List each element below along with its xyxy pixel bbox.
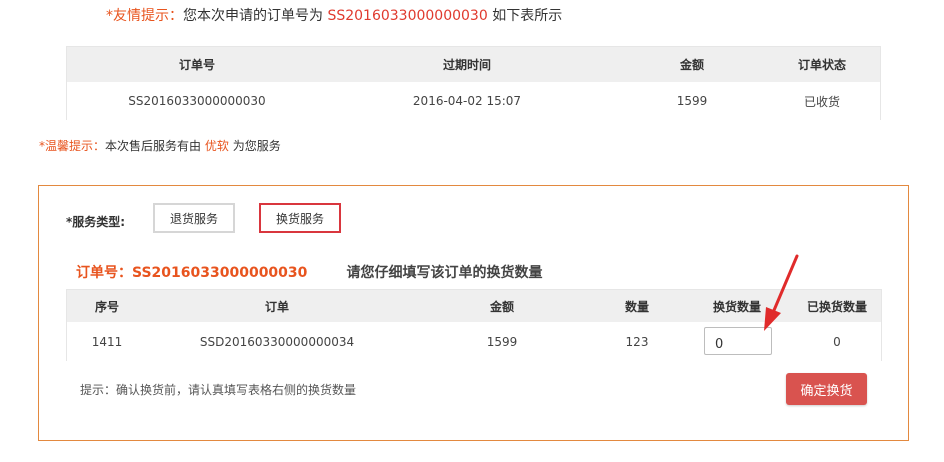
service-notice: *温馨提示：本次售后服务有由 优软 为您服务 xyxy=(39,137,281,154)
notice-prefix: *友情提示： xyxy=(106,8,183,24)
exchange-quantity-input[interactable] xyxy=(704,327,772,355)
notice-order-number: SS2016033000000030 xyxy=(327,8,488,24)
header-amount: 金额 xyxy=(489,299,514,314)
header-order-no: 订单号 xyxy=(178,58,215,72)
cell-order-status: 已收货 xyxy=(803,94,840,109)
header-exchanged-qty: 已换货数量 xyxy=(806,299,867,314)
cell-amount: 1599 xyxy=(676,94,708,108)
cell-order: SSD20160330000000034 xyxy=(199,334,355,349)
order-summary-table: 订单号 过期时间 金额 订单状态 SS2016033000000030 2016… xyxy=(66,46,881,120)
cell-seq: 1411 xyxy=(91,334,123,349)
header-order: 订单 xyxy=(264,299,289,314)
exchange-instruction: 请您仔细填写该订单的换货数量 xyxy=(346,265,543,281)
warm-tip-prefix: *温馨提示： xyxy=(39,139,106,153)
order-number-label: 订单号：SS2016033000000030 xyxy=(76,265,308,281)
confirm-hint: 提示：确认换货前，请认真填写表格右侧的换货数量 xyxy=(80,383,357,397)
cell-exchanged-qty: 0 xyxy=(833,334,841,349)
exchange-service-panel: *服务类型: 退货服务 换货服务 订单号：SS2016033000000030 … xyxy=(38,185,909,441)
order-heading: 订单号：SS2016033000000030 请您仔细填写该订单的换货数量 xyxy=(76,262,543,282)
exchange-service-button[interactable]: 换货服务 xyxy=(259,203,341,233)
header-expire-time: 过期时间 xyxy=(442,58,491,72)
header-exchange-qty: 换货数量 xyxy=(712,299,761,314)
warm-tip-text: 本次售后服务有由 xyxy=(105,139,202,153)
header-quantity: 数量 xyxy=(624,299,649,314)
service-type-label: *服务类型: xyxy=(66,215,126,229)
cell-expire-time: 2016-04-02 15:07 xyxy=(412,94,522,108)
table-row: 1411 SSD20160330000000034 1599 123 0 xyxy=(67,322,881,361)
exchange-table: 序号 订单 金额 数量 换货数量 已换货数量 1411 SSD201603300… xyxy=(66,289,882,361)
table-header-row: 订单号 过期时间 金额 订单状态 xyxy=(67,47,880,82)
notice-text: 您本次申请的订单号为 xyxy=(183,8,323,24)
warm-tip-suffix: 为您服务 xyxy=(232,139,281,153)
table-header-row: 序号 订单 金额 数量 换货数量 已换货数量 xyxy=(67,290,881,322)
return-service-button[interactable]: 退货服务 xyxy=(153,203,235,233)
service-provider: 优软 xyxy=(204,139,229,153)
order-notice: *友情提示：您本次申请的订单号为 SS2016033000000030 如下表所… xyxy=(106,5,562,25)
table-row: SS2016033000000030 2016-04-02 15:07 1599… xyxy=(67,82,880,120)
cell-quantity: 123 xyxy=(625,334,649,349)
header-order-status: 订单状态 xyxy=(797,58,846,72)
notice-suffix: 如下表所示 xyxy=(492,8,563,24)
header-amount: 金额 xyxy=(679,58,704,72)
cell-order-no: SS2016033000000030 xyxy=(128,94,266,108)
cell-amount: 1599 xyxy=(486,334,518,349)
confirm-exchange-button[interactable]: 确定换货 xyxy=(786,373,867,405)
header-seq: 序号 xyxy=(94,299,119,314)
